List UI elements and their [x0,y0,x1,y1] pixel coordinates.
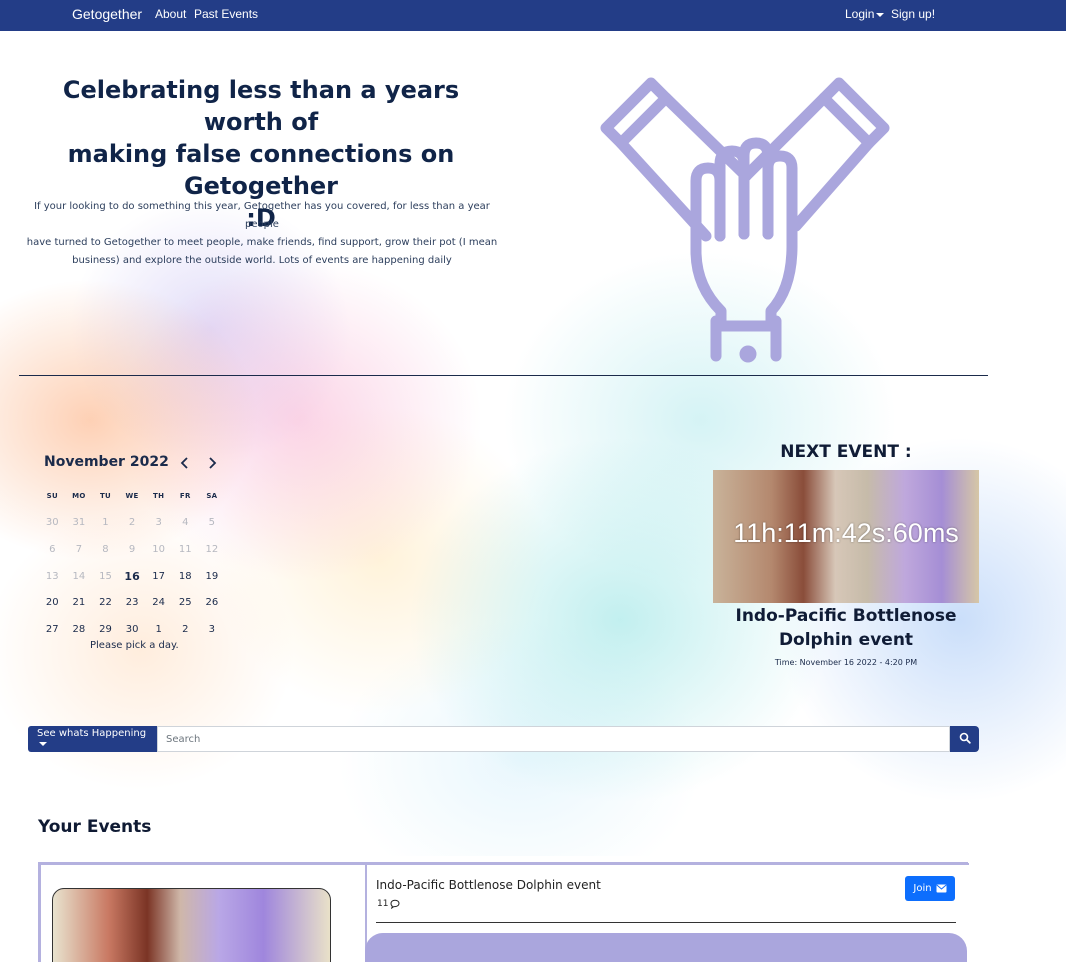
calendar-day[interactable]: 28 [66,624,93,635]
calendar-week-row: 27 28 29 30 1 2 3 [39,616,225,643]
login-label: Login [845,7,875,21]
search-icon [959,732,971,744]
search-bar: See whats Happening [28,726,979,752]
calendar-day[interactable]: 20 [39,597,66,608]
calendar-day[interactable]: 30 [119,624,146,635]
weekday-label: SU [46,492,58,501]
calendar-day: 10 [152,543,166,555]
calendar-week-row: 30 31 1 2 3 4 5 [39,510,225,537]
calendar-grid: SU MO TU WE TH FR SA 30 31 1 2 3 4 5 6 7… [39,483,225,643]
calendar-day: 11 [178,543,192,555]
weekday-label: FR [179,492,191,501]
calendar-week-row: 20 21 22 23 24 25 26 [39,589,225,616]
calendar-day[interactable]: 1 [145,624,172,635]
hero-text-line-2: have turned to Getogether to meet people… [26,237,498,248]
calendar-day: 14 [72,570,86,582]
calendar-day: 15 [99,570,112,582]
join-label: Join [913,883,932,894]
calendar-weekday-row: SU MO TU WE TH FR SA [39,483,225,510]
comment-icon [390,899,400,909]
countdown-timer: 11h:11m:42s:60ms [733,518,959,548]
calendar-day: 13 [45,570,59,582]
calendar-day-today[interactable]: 16 [119,570,146,583]
events-panel: Indo-Pacific Bottlenose Dolphin event 11… [28,856,979,962]
your-events-heading: Your Events [38,817,152,837]
event-image[interactable] [52,888,331,962]
calendar-day: 9 [128,543,136,555]
join-button[interactable]: Join [905,876,955,901]
calendar-month-label: November 2022 [44,454,169,470]
next-event-title[interactable]: Indo-Pacific Bottlenose Dolphin event [713,604,979,652]
comment-count: 11 [377,899,400,909]
weekday-label: SA [206,492,218,501]
event-card: Indo-Pacific Bottlenose Dolphin event 11… [38,862,969,962]
nav-link-past-events[interactable]: Past Events [194,7,258,21]
caret-down-icon [39,742,47,746]
comment-count-value: 11 [377,899,389,909]
calendar-week-row: 6 7 8 9 10 11 12 [39,536,225,563]
hands-together-icon [600,77,890,363]
weekday-label: WE [125,492,139,501]
event-info: Indo-Pacific Bottlenose Dolphin event 11… [365,863,969,962]
calendar-day[interactable]: 19 [199,571,226,582]
calendar-day: 3 [155,517,162,529]
caret-down-icon [876,12,885,17]
calendar-day: 7 [75,543,83,555]
chevron-right-icon[interactable] [205,456,219,470]
dropdown-label: See whats Happening [37,728,147,739]
calendar-day: 31 [72,517,86,529]
nav-link-about[interactable]: About [155,7,186,21]
calendar-day: 2 [128,517,136,529]
calendar-day[interactable]: 23 [119,597,146,608]
calendar-hint: Please pick a day. [90,640,179,651]
brand-link[interactable]: Getogether [72,6,142,22]
calendar-day: 8 [102,543,109,555]
weekday-label: MO [72,492,86,501]
next-event-title-line-1: Indo-Pacific Bottlenose [735,606,957,626]
calendar-day[interactable]: 18 [172,571,199,582]
calendar-week-row: 13 14 15 16 17 18 19 [39,563,225,590]
calendar-day: 5 [208,517,216,529]
top-navbar: Getogether About Past Events Login Sign … [0,0,1066,31]
calendar-day[interactable]: 2 [172,624,199,635]
search-button[interactable] [950,726,979,752]
calendar-day: 6 [49,543,56,555]
hero-text-line-1: If your looking to do something this yea… [34,201,490,230]
calendar-day: 30 [45,517,59,529]
calendar-day[interactable]: 17 [145,571,172,582]
calendar-day[interactable]: 26 [199,597,226,608]
event-comments-area [365,933,967,962]
weekday-label: TU [99,492,112,501]
section-divider [19,375,988,376]
calendar-day[interactable]: 22 [92,597,119,608]
weekday-label: TH [153,492,165,501]
calendar-day[interactable]: 29 [92,624,119,635]
calendar-day: 4 [182,517,189,529]
event-name[interactable]: Indo-Pacific Bottlenose Dolphin event [376,878,601,892]
next-event-title-line-2: Dolphin event [778,630,914,650]
see-whats-happening-dropdown[interactable]: See whats Happening [28,726,157,752]
next-event-heading: NEXT EVENT : [780,442,912,462]
calendar-day[interactable]: 3 [199,624,226,635]
next-event-time: Time: November 16 2022 - 4:20 PM [774,658,918,667]
hero-text-line-3: business) and explore the outside world.… [72,255,452,266]
calendar-day: 12 [205,543,219,555]
calendar-day[interactable]: 24 [145,597,172,608]
hero-title-line-1: Celebrating less than a years worth of [62,76,460,136]
calendar-day[interactable]: 27 [39,624,66,635]
hero-description: If your looking to do something this yea… [18,198,506,270]
chevron-left-icon[interactable] [178,456,192,470]
calendar-day: 1 [102,517,109,529]
envelope-icon [936,884,947,893]
search-input[interactable] [157,726,950,752]
next-event-image[interactable]: 11h:11m:42s:60ms [713,470,979,603]
event-divider [376,922,956,923]
signup-link[interactable]: Sign up! [891,7,935,21]
hero-title-line-2: making false connections on Getogether [67,140,455,200]
calendar-day[interactable]: 25 [172,597,199,608]
calendar-day[interactable]: 21 [66,597,93,608]
login-dropdown[interactable]: Login [845,7,885,21]
